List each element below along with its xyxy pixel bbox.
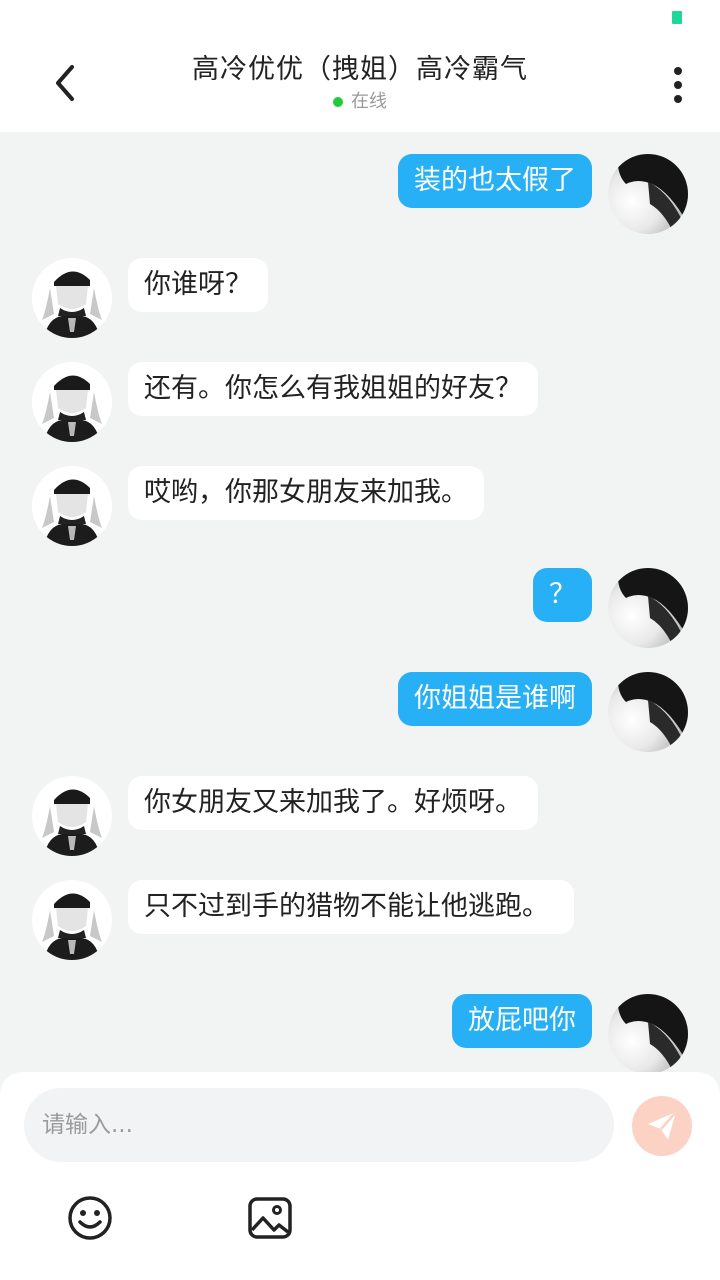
contact-avatar[interactable] bbox=[32, 258, 112, 338]
message-list[interactable]: 装的也太假了 你谁呀？ 还有。你怎么有我姐姐的好友？ 哎哟，你那女朋友来加我。 … bbox=[0, 132, 720, 1072]
chevron-left-icon bbox=[56, 65, 74, 101]
online-dot-icon bbox=[333, 97, 343, 107]
more-vertical-icon bbox=[674, 67, 682, 103]
image-button[interactable] bbox=[246, 1194, 294, 1242]
online-status-label: 在线 bbox=[351, 91, 387, 112]
send-icon bbox=[648, 1111, 677, 1140]
back-button[interactable] bbox=[40, 58, 90, 108]
chat-title-area: 高冷优优（拽姐）高冷霸气 在线 bbox=[110, 50, 610, 114]
received-message-bubble[interactable]: 还有。你怎么有我姐姐的好友？ bbox=[128, 362, 538, 416]
composer-panel bbox=[0, 1072, 720, 1280]
more-options-button[interactable] bbox=[660, 62, 696, 108]
battery-icon bbox=[672, 11, 682, 24]
contact-avatar[interactable] bbox=[32, 466, 112, 546]
received-message-bubble[interactable]: 你女朋友又来加我了。好烦呀。 bbox=[128, 776, 538, 830]
message-input[interactable] bbox=[24, 1088, 614, 1162]
my-avatar[interactable] bbox=[608, 154, 688, 234]
my-avatar[interactable] bbox=[608, 672, 688, 752]
chat-header: 高冷优优（拽姐）高冷霸气 在线 bbox=[0, 36, 720, 132]
contact-avatar[interactable] bbox=[32, 776, 112, 856]
my-avatar[interactable] bbox=[608, 994, 688, 1072]
contact-name: 高冷优优（拽姐）高冷霸气 bbox=[192, 54, 528, 85]
sent-message-bubble[interactable]: ？ bbox=[533, 568, 592, 622]
received-message-bubble[interactable]: 哎哟，你那女朋友来加我。 bbox=[128, 466, 484, 520]
contact-avatar[interactable] bbox=[32, 880, 112, 960]
send-button[interactable] bbox=[632, 1096, 692, 1156]
received-message-bubble[interactable]: 只不过到手的猎物不能让他逃跑。 bbox=[128, 880, 574, 934]
status-bar bbox=[0, 0, 720, 36]
emoji-button[interactable] bbox=[66, 1194, 114, 1242]
sent-message-bubble[interactable]: 你姐姐是谁啊 bbox=[398, 672, 592, 726]
sent-message-bubble[interactable]: 放屁吧你 bbox=[452, 994, 592, 1048]
received-message-bubble[interactable]: 你谁呀？ bbox=[128, 258, 268, 312]
contact-avatar[interactable] bbox=[32, 362, 112, 442]
image-icon bbox=[248, 1197, 292, 1239]
sent-message-bubble[interactable]: 装的也太假了 bbox=[398, 154, 592, 208]
my-avatar[interactable] bbox=[608, 568, 688, 648]
online-status: 在线 bbox=[110, 90, 610, 114]
smiley-icon bbox=[68, 1196, 112, 1240]
